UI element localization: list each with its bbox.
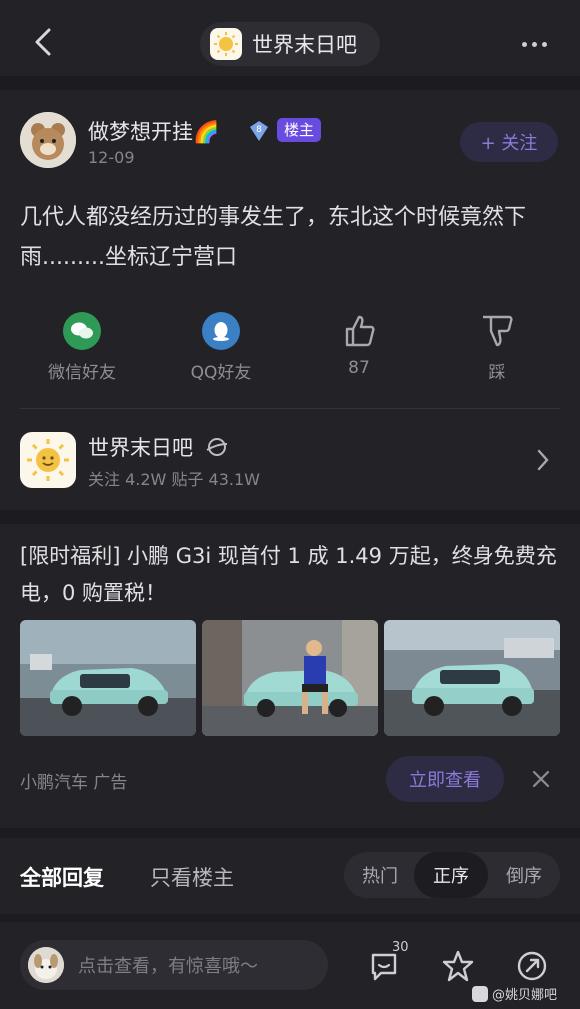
replies-tabs: 全部回复 只看楼主 热门 正序 倒序 bbox=[0, 838, 580, 914]
thumbs-down-icon bbox=[478, 312, 516, 350]
share-qq-button[interactable]: QQ好友 bbox=[151, 312, 291, 383]
author-name[interactable]: 做梦想开挂🌈 bbox=[88, 116, 219, 146]
more-dot bbox=[541, 41, 547, 47]
level-badge: 8 bbox=[248, 120, 270, 142]
owner-badge: 楼主 bbox=[277, 118, 322, 142]
planet-icon bbox=[206, 438, 227, 456]
comment-count: 30 bbox=[392, 940, 409, 955]
post-content: 几代人都没经历过的事发生了，东北这个时候竟然下雨.........坐标辽宁营口 bbox=[20, 205, 527, 270]
post-card: 做梦想开挂🌈 8 楼主 12-09 + 关注 几代人都没经历过的事发生了，东北这… bbox=[0, 90, 580, 510]
follow-button[interactable]: + 关注 bbox=[460, 122, 558, 162]
like-count: 87 bbox=[348, 358, 370, 378]
back-button[interactable] bbox=[26, 20, 60, 64]
nav-forum-title: 世界末日吧 bbox=[252, 33, 357, 57]
tab-owner-only[interactable]: 只看楼主 bbox=[150, 862, 234, 892]
more-button[interactable] bbox=[512, 30, 556, 58]
like-button[interactable]: 87 bbox=[289, 312, 429, 378]
forum-pill[interactable]: 世界末日吧 bbox=[200, 22, 380, 66]
weibo-logo-icon bbox=[472, 985, 488, 1002]
post-actions: 微信好友 QQ好友 87 踩 bbox=[0, 312, 580, 383]
sort-switch: 热门 正序 倒序 bbox=[344, 852, 560, 898]
share-wechat-button[interactable]: 微信好友 bbox=[12, 312, 152, 383]
tab-all-replies[interactable]: 全部回复 bbox=[20, 862, 104, 892]
share-icon[interactable] bbox=[514, 948, 550, 984]
ad-headline[interactable]: [限时福利] 小鹏 G3i 现首付 1 成 1.49 万起，终身免费充电，0 购… bbox=[20, 538, 560, 612]
divider bbox=[20, 408, 560, 409]
qq-icon bbox=[202, 312, 240, 350]
ad-image[interactable] bbox=[384, 620, 560, 736]
forum-name-row[interactable]: 世界末日吧 bbox=[88, 432, 228, 462]
more-dots-icon bbox=[521, 41, 527, 47]
svg-text:8: 8 bbox=[256, 125, 262, 135]
ad-source: 小鹏汽车 广告 bbox=[20, 773, 128, 793]
close-icon[interactable] bbox=[528, 766, 554, 792]
ad-image[interactable] bbox=[20, 620, 196, 736]
forum-name: 世界末日吧 bbox=[88, 436, 193, 460]
action-label: 踩 bbox=[488, 363, 506, 383]
sort-asc[interactable]: 正序 bbox=[414, 852, 488, 898]
bottom-bar: 点击查看，有惊喜哦～ 30 @姚贝娜吧 bbox=[0, 922, 580, 1009]
watermark: @姚贝娜吧 bbox=[472, 984, 557, 1003]
user-avatar bbox=[28, 947, 64, 983]
star-icon[interactable] bbox=[440, 948, 476, 984]
status-bar bbox=[0, 0, 580, 8]
action-label: QQ好友 bbox=[190, 363, 252, 383]
nav-bar: 世界末日吧 bbox=[0, 8, 580, 76]
comment-input[interactable]: 点击查看，有惊喜哦～ bbox=[20, 940, 328, 990]
comment-placeholder: 点击查看，有惊喜哦～ bbox=[78, 956, 258, 977]
ad-view-button[interactable]: 立即查看 bbox=[386, 756, 504, 802]
sun-logo-icon bbox=[210, 28, 242, 60]
sort-hot[interactable]: 热门 bbox=[344, 852, 416, 898]
ad-image[interactable] bbox=[202, 620, 378, 736]
chevron-left-icon bbox=[35, 28, 51, 56]
ad-card[interactable]: [限时福利] 小鹏 G3i 现首付 1 成 1.49 万起，终身免费充电，0 购… bbox=[0, 524, 580, 828]
forum-logo[interactable] bbox=[20, 432, 76, 488]
chevron-right-icon[interactable] bbox=[536, 448, 550, 476]
thumbs-up-icon bbox=[340, 312, 378, 350]
dislike-button[interactable]: 踩 bbox=[427, 312, 567, 383]
watermark-text: @姚贝娜吧 bbox=[492, 988, 558, 1003]
post-date: 12-09 bbox=[88, 148, 135, 167]
sort-desc[interactable]: 倒序 bbox=[488, 852, 560, 898]
forum-stats: 关注 4.2W 贴子 43.1W bbox=[88, 470, 260, 489]
author-avatar[interactable] bbox=[20, 112, 76, 168]
wechat-icon bbox=[63, 312, 101, 350]
action-label: 微信好友 bbox=[48, 363, 116, 383]
more-dot bbox=[531, 41, 537, 47]
